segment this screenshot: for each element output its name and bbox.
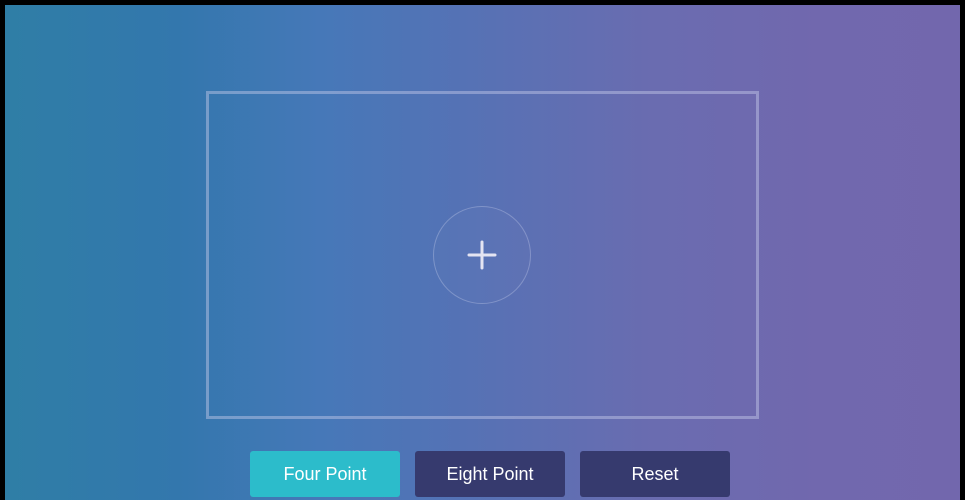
four-point-label: Four Point <box>283 463 367 484</box>
keystone-correction-screen: Four Point Eight Point Reset <box>5 5 960 500</box>
eight-point-button[interactable]: Eight Point <box>415 451 565 497</box>
plus-icon <box>467 240 497 270</box>
four-point-button[interactable]: Four Point <box>250 451 400 497</box>
reset-button[interactable]: Reset <box>580 451 730 497</box>
eight-point-label: Eight Point <box>446 463 534 484</box>
center-adjust-button[interactable] <box>433 206 531 304</box>
mode-button-bar: Four Point Eight Point Reset <box>5 451 960 497</box>
reset-label: Reset <box>631 463 679 484</box>
